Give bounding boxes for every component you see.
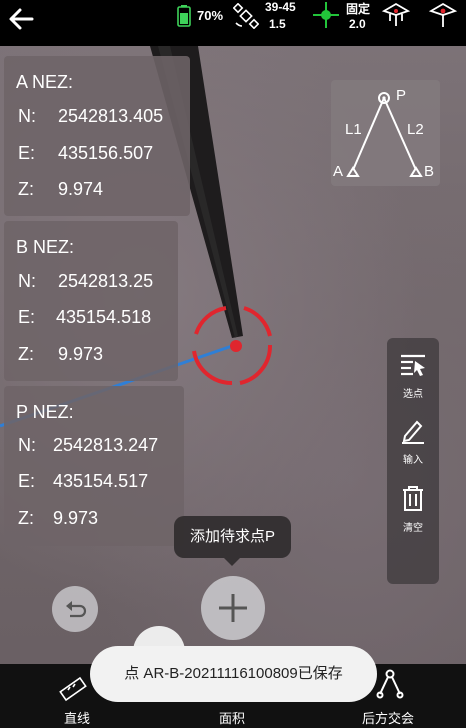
point-a-title: A NEZ: (16, 72, 74, 92)
point-b-title: B NEZ: (16, 237, 75, 257)
tab-area[interactable]: 面积 (219, 708, 245, 727)
line-ruler-icon (59, 676, 87, 702)
point-b-e-label: E: (18, 307, 36, 327)
plus-icon (219, 594, 247, 622)
input-button[interactable]: 输入 (387, 418, 439, 466)
satellite-count: 39-45 (265, 0, 296, 14)
point-a-z-value: 9.974 (58, 179, 104, 199)
target-center-dot (230, 340, 242, 352)
satellite-sub: 1.5 (269, 17, 286, 31)
undo-icon (66, 601, 87, 618)
undo-button[interactable] (52, 586, 98, 632)
point-p-e-label: E: (18, 471, 36, 491)
point-p-z-value: 9.973 (53, 508, 99, 528)
add-point-button[interactable] (201, 576, 265, 640)
resection-tab-icon (376, 669, 404, 699)
point-b-n-label: N: (18, 271, 36, 291)
diagram-l2-label: L2 (407, 121, 424, 138)
satellite-icon (233, 3, 259, 29)
point-p-panel: P NEZ: N: 2542813.247 E: 435154.517 Z: 9… (4, 386, 184, 546)
edit-pencil-icon (402, 420, 424, 444)
back-arrow-icon[interactable] (6, 4, 36, 34)
point-b-n-value: 2542813.25 (58, 271, 154, 291)
point-a-z-label: Z: (18, 179, 34, 199)
diagram-b-label: B (424, 163, 434, 180)
select-point-label: 选点 (403, 389, 423, 400)
diagram-l1-label: L1 (345, 121, 362, 138)
trash-icon (403, 486, 423, 511)
point-p-title: P NEZ: (16, 402, 74, 422)
point-a-n-label: N: (18, 106, 36, 126)
top-bar: 70% 39-45 1.5 固定 2.0 (0, 0, 466, 46)
tool-panel: 选点 输入 清空 (387, 338, 439, 584)
battery-icon (177, 5, 191, 27)
clear-button[interactable]: 清空 (387, 484, 439, 534)
point-p-e-value: 435154.517 (53, 471, 149, 491)
battery-percent: 70% (197, 8, 224, 23)
resection-diagram: P L1 L2 A B (331, 80, 440, 186)
controller-icon[interactable] (428, 1, 458, 31)
point-b-z-label: Z: (18, 344, 34, 364)
saved-toast: 点 AR-B-20211116100809已保存 (90, 646, 377, 702)
add-point-tooltip: 添加待求点P (174, 516, 291, 566)
fix-sub: 2.0 (349, 17, 366, 31)
point-p-z-label: Z: (18, 508, 34, 528)
point-b-z-value: 9.973 (58, 344, 104, 364)
select-point-button[interactable]: 选点 (387, 352, 439, 400)
point-b-panel: B NEZ: N: 2542813.25 E: 435154.518 Z: 9.… (4, 221, 178, 381)
input-label: 输入 (403, 455, 423, 466)
point-p-n-value: 2542813.247 (53, 435, 159, 455)
point-p-n-label: N: (18, 435, 36, 455)
fix-crosshair-icon (313, 2, 339, 28)
point-a-panel: A NEZ: N: 2542813.405 E: 435156.507 Z: 9… (4, 56, 190, 216)
tab-resection[interactable]: 后方交会 (362, 708, 414, 727)
ar-camera-view[interactable]: A NEZ: N: 2542813.405 E: 435156.507 Z: 9… (0, 46, 466, 664)
point-b-e-value: 435154.518 (56, 307, 152, 327)
diagram-p-label: P (396, 87, 406, 104)
point-a-n-value: 2542813.405 (58, 106, 164, 126)
tab-line[interactable]: 直线 (64, 708, 90, 727)
point-a-e-value: 435156.507 (58, 143, 154, 163)
diagram-a-label: A (333, 163, 343, 180)
clear-label: 清空 (403, 523, 423, 534)
receiver-icon[interactable] (381, 1, 411, 31)
fix-status: 固定 (346, 2, 371, 16)
point-a-e-label: E: (18, 143, 36, 163)
select-list-icon (401, 354, 425, 376)
